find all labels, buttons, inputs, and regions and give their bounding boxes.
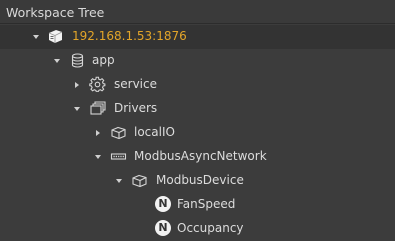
io-device-icon <box>110 124 127 141</box>
tree-node-label: 192.168.1.53:1876 <box>72 29 187 43</box>
server-icon <box>47 28 64 45</box>
workspace-tree[interactable]: 192.168.1.53:1876 app service Drivers lo… <box>0 25 395 241</box>
drivers-stack-icon <box>89 100 106 117</box>
chevron-down-icon[interactable] <box>93 152 103 162</box>
tree-node-modbus-device[interactable]: ModbusDevice <box>0 169 395 193</box>
tree-node-label: Occupancy <box>177 221 244 235</box>
tree-node-label: localIO <box>134 125 175 139</box>
chevron-right-icon[interactable] <box>72 80 82 90</box>
tree-node-label: Drivers <box>114 101 158 115</box>
tree-node-label: service <box>114 77 157 91</box>
tree-node-app[interactable]: app <box>0 49 395 73</box>
tree-node-label: ModbusAsyncNetwork <box>134 149 267 163</box>
database-icon <box>69 52 86 69</box>
chevron-down-icon[interactable] <box>52 56 62 66</box>
panel-header: Workspace Tree <box>0 0 395 24</box>
tree-node-drivers[interactable]: Drivers <box>0 97 395 121</box>
chevron-down-icon[interactable] <box>31 32 41 42</box>
tree-node-label: FanSpeed <box>177 197 236 211</box>
numeric-point-icon: N <box>155 196 171 212</box>
tree-node-localio[interactable]: localIO <box>0 121 395 145</box>
tree-node-service[interactable]: service <box>0 73 395 97</box>
tree-node-server[interactable]: 192.168.1.53:1876 <box>0 25 395 49</box>
tree-node-label: app <box>92 53 115 67</box>
chevron-right-icon[interactable] <box>93 128 103 138</box>
gear-icon <box>89 76 106 93</box>
chevron-down-icon[interactable] <box>114 176 124 186</box>
tree-node-occupancy[interactable]: N Occupancy <box>0 217 395 241</box>
tree-node-label: ModbusDevice <box>156 173 244 187</box>
tree-node-fanspeed[interactable]: N FanSpeed <box>0 193 395 217</box>
numeric-point-icon: N <box>155 220 171 236</box>
network-icon <box>110 148 127 165</box>
chevron-down-icon[interactable] <box>72 104 82 114</box>
panel-title: Workspace Tree <box>6 5 105 20</box>
device-icon <box>131 172 148 189</box>
tree-node-modbus-async-network[interactable]: ModbusAsyncNetwork <box>0 145 395 169</box>
